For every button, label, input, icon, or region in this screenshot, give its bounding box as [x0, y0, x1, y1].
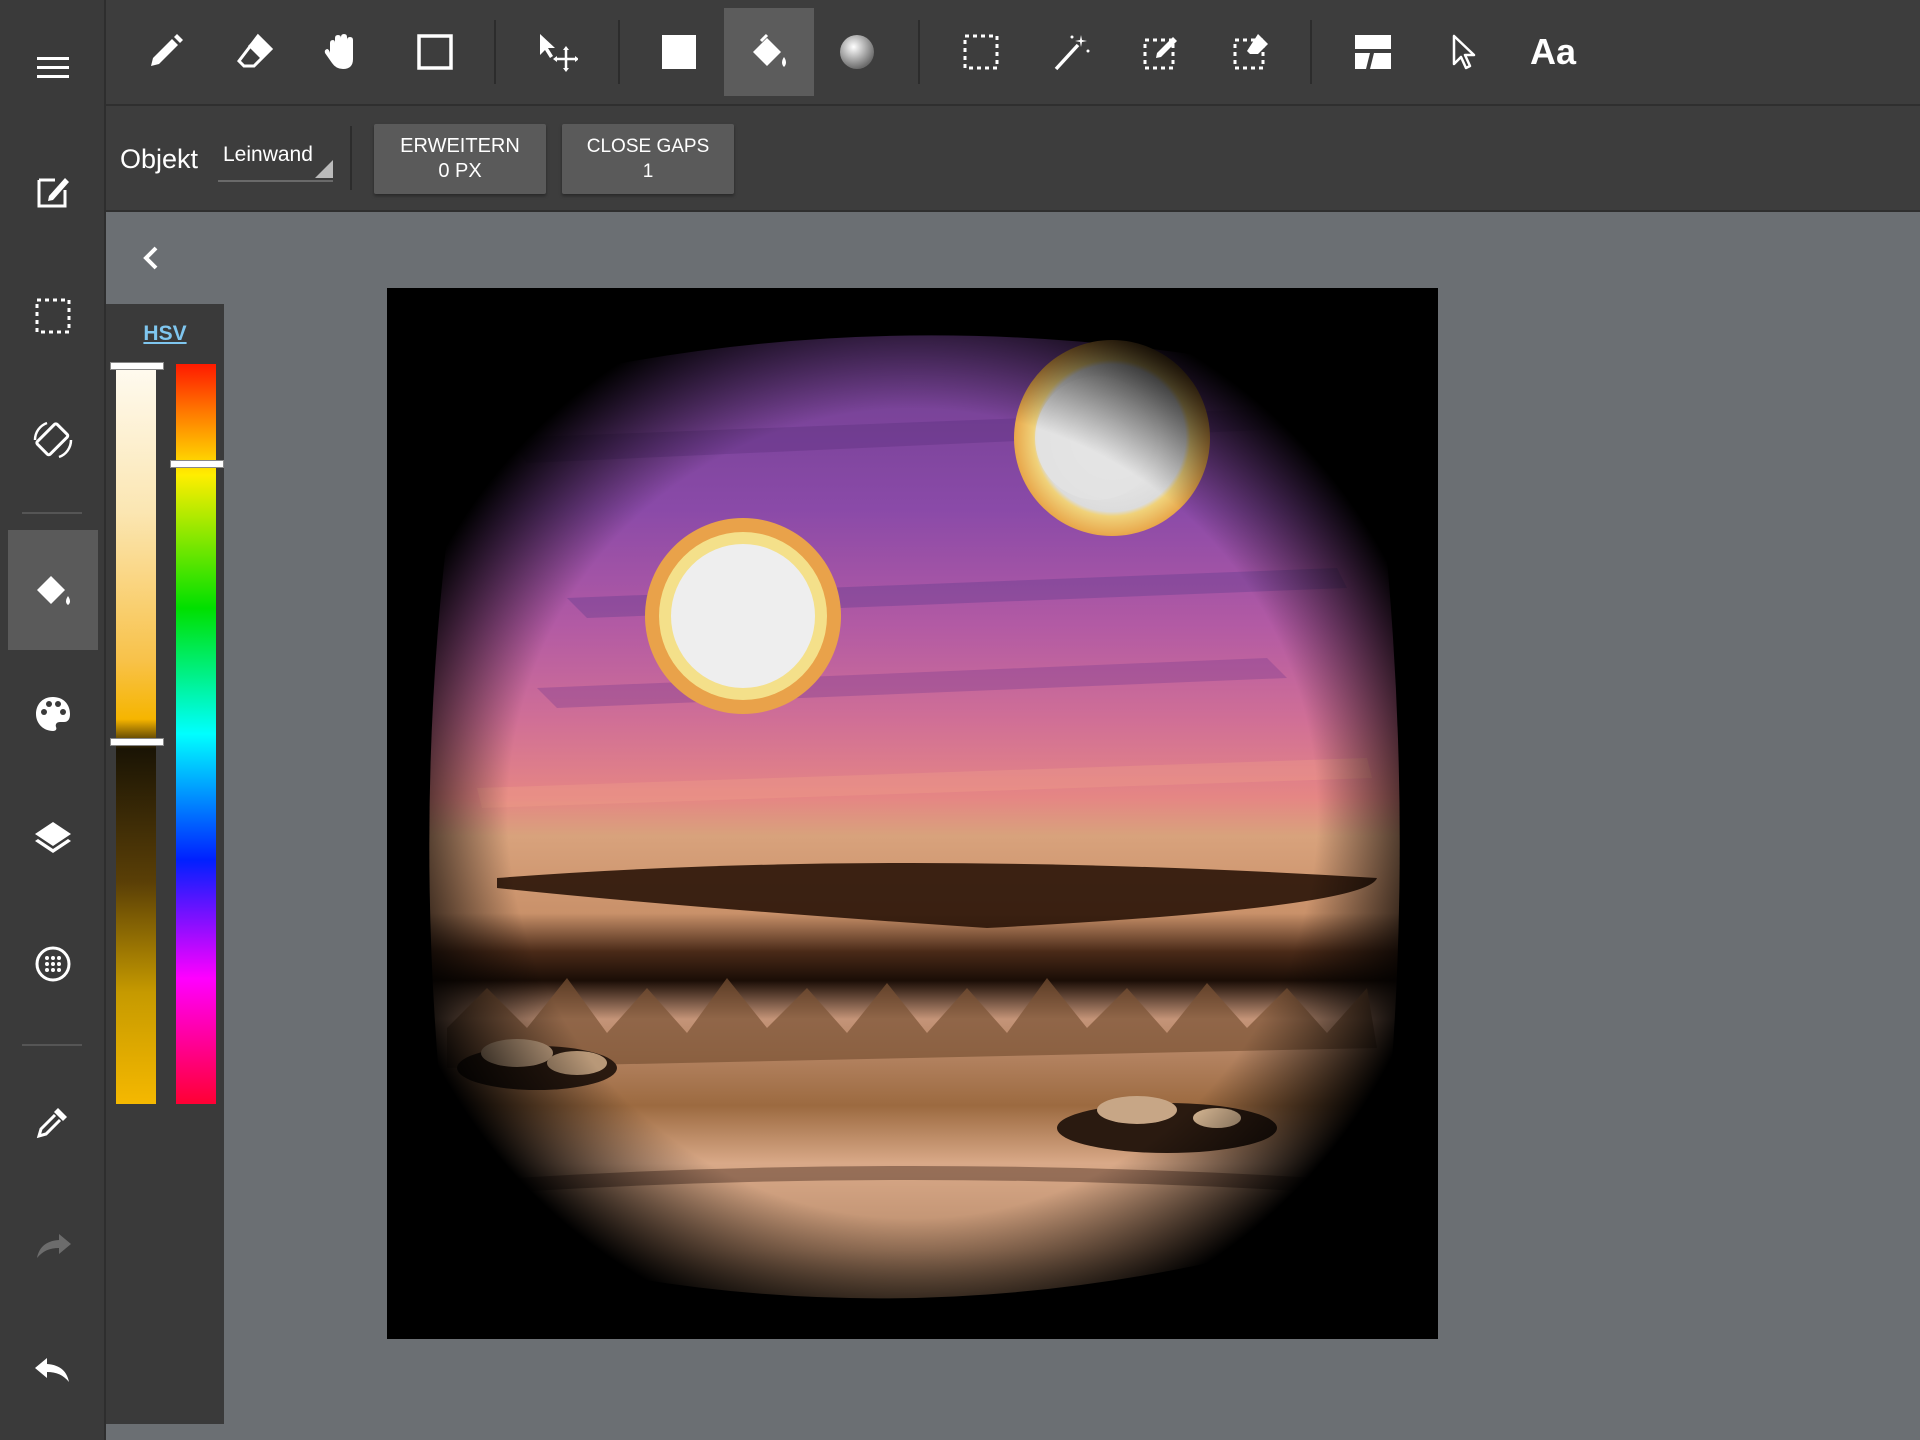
edit-document-icon: [37, 178, 69, 208]
eraser-tool[interactable]: [210, 8, 300, 96]
pencil-icon: [151, 34, 183, 66]
hsv-mode-link[interactable]: HSV: [106, 322, 224, 346]
select-pen-icon: [1143, 37, 1177, 70]
rotate-button[interactable]: [8, 380, 98, 500]
transform-tool[interactable]: [512, 8, 602, 96]
rotate-screen-icon: [33, 421, 73, 459]
value-slider-handle[interactable]: [110, 738, 164, 746]
panel-divider-icon: [1355, 35, 1391, 69]
select-eraser-tool[interactable]: [1206, 8, 1296, 96]
square-outline-icon: [417, 34, 453, 70]
undo-arrow-icon: [35, 1358, 69, 1382]
landscape-painting: [387, 288, 1438, 1339]
value-slider-top-handle[interactable]: [110, 362, 164, 370]
eyedropper-button[interactable]: [8, 1062, 98, 1182]
hand-tool[interactable]: [296, 8, 386, 96]
redo-button[interactable]: [8, 1186, 98, 1306]
pointer-tool[interactable]: [1418, 8, 1508, 96]
top-toolbar: Aa: [106, 0, 1920, 106]
close-gaps-button[interactable]: CLOSE GAPS 1: [562, 124, 734, 194]
drawing-canvas[interactable]: [387, 288, 1438, 1339]
object-select[interactable]: Leinwand: [218, 138, 333, 182]
text-tool[interactable]: Aa: [1508, 8, 1598, 96]
dropdown-corner-icon: [315, 160, 333, 178]
tool-options-bar: Objekt Leinwand ERWEITERN 0 PX CLOSE GAP…: [106, 106, 1920, 212]
chevron-left-icon[interactable]: [136, 238, 166, 278]
paint-bucket-icon: [753, 33, 786, 67]
eyedropper-icon: [36, 1108, 67, 1139]
hue-slider-handle[interactable]: [170, 460, 224, 468]
hand-icon: [324, 34, 353, 69]
selection-button[interactable]: [8, 256, 98, 376]
hue-slider[interactable]: [176, 364, 216, 1104]
gradient-sphere-icon: [840, 35, 874, 69]
expand-button-label: ERWEITERN: [400, 135, 520, 157]
object-label: Objekt: [120, 144, 199, 174]
dotted-circle-icon: [35, 946, 71, 982]
object-select-value: Leinwand: [223, 143, 313, 166]
fill-rect-tool[interactable]: [634, 8, 724, 96]
eraser-icon: [237, 33, 274, 68]
brush-tool[interactable]: [120, 8, 210, 96]
cursor-arrow-icon: [1452, 34, 1476, 70]
palette-button[interactable]: [8, 654, 98, 774]
dashed-selection-icon: [35, 298, 71, 334]
redo-arrow-icon: [37, 1234, 71, 1258]
expand-button[interactable]: ERWEITERN 0 PX: [374, 124, 546, 194]
gradient-tool[interactable]: [812, 8, 902, 96]
layers-icon: [35, 822, 71, 853]
close-gaps-value: 1: [642, 161, 654, 182]
marquee-select-icon: [963, 34, 999, 70]
select-rect-tool[interactable]: [936, 8, 1026, 96]
bucket-tool[interactable]: [724, 8, 814, 96]
select-eraser-icon: [1233, 34, 1268, 70]
hamburger-menu-icon: [37, 57, 69, 78]
select-pen-tool[interactable]: [1116, 8, 1206, 96]
layers-button[interactable]: [8, 778, 98, 898]
expand-button-value: 0 PX: [438, 160, 482, 182]
undo-button[interactable]: [8, 1310, 98, 1430]
menu-button[interactable]: [8, 8, 98, 128]
frame-divider-tool[interactable]: [1328, 8, 1418, 96]
text-tool-label: Aa: [1529, 31, 1577, 72]
move-arrow-icon: [540, 34, 578, 72]
left-sidebar: [0, 0, 106, 1440]
color-panel: HSV: [106, 304, 224, 1424]
shape-tool[interactable]: [390, 8, 480, 96]
grid-button[interactable]: [8, 904, 98, 1024]
magic-wand-tool[interactable]: [1026, 8, 1116, 96]
paint-bucket-icon: [37, 576, 70, 605]
palette-icon: [36, 697, 70, 731]
filled-square-icon: [662, 35, 696, 69]
close-gaps-label: CLOSE GAPS: [586, 136, 710, 157]
edit-button[interactable]: [8, 132, 98, 252]
magic-wand-icon: [1054, 35, 1090, 71]
fill-sidebar-button[interactable]: [8, 530, 98, 650]
value-slider[interactable]: [116, 364, 156, 1104]
